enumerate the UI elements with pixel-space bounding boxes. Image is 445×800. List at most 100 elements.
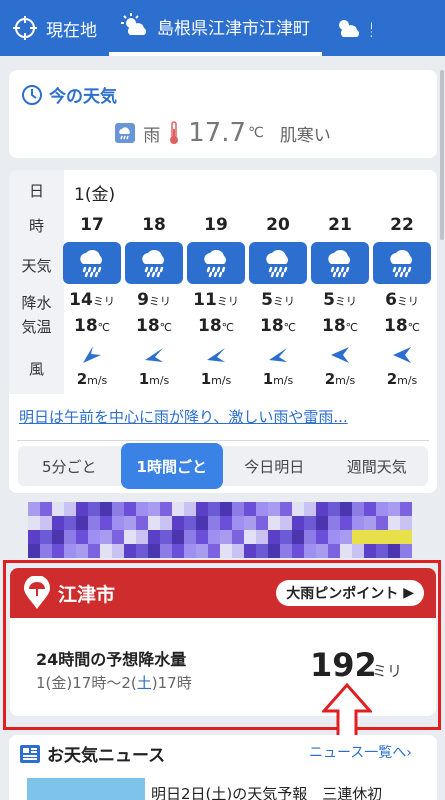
temp-cell: 18℃ [248, 316, 308, 336]
ad-pixel [280, 516, 292, 530]
temp-unit: ℃ [345, 321, 359, 334]
ad-pixel [352, 516, 364, 530]
hourly-forecast-card: 日 時 天気 降水 気温 風 1(金) 17 18 19 20 21 22 14… [9, 170, 437, 493]
row-label-hour: 時 [28, 217, 44, 235]
ad-pixel [376, 544, 388, 558]
ad-pixel [40, 530, 52, 544]
temp-cell: 18℃ [186, 316, 246, 336]
wind-unit: m/s [149, 374, 170, 387]
temp-value: 18 [259, 316, 284, 336]
wind-cell: 2m/s [372, 370, 432, 388]
ad-pixel [280, 530, 292, 544]
row-label-wind: 風 [28, 360, 44, 378]
ad-pixel [76, 502, 88, 516]
tab-today-tomorrow[interactable]: 今日明日 [223, 446, 326, 486]
ad-pixel [196, 544, 208, 558]
ad-pixel [232, 530, 244, 544]
temp-value: 18 [197, 316, 222, 336]
ad-pixel [88, 530, 100, 544]
ad-pixel [328, 502, 340, 516]
ad-pixel [196, 502, 208, 516]
tab-one-hour[interactable]: 1時間ごと [120, 443, 223, 489]
ad-pixel [364, 502, 376, 516]
ad-pixel [256, 502, 268, 516]
tab-weekly[interactable]: 週間天気 [326, 446, 429, 486]
news-title: お天気ニュース [19, 741, 165, 766]
wind-arrow-icon [196, 340, 236, 370]
row-label-precip: 降水 [21, 294, 52, 312]
precip-unit: ミリ [216, 295, 239, 308]
ad-pixel [40, 544, 52, 558]
rain-icon [311, 242, 369, 284]
ad-pixel [292, 544, 304, 558]
ad-pixel [148, 516, 160, 530]
temp-value: 18 [321, 316, 346, 336]
temp-cell: 18℃ [62, 316, 122, 336]
forecast-day: 1(金) [74, 185, 116, 205]
news-thumbnail[interactable] [27, 778, 145, 800]
row-label-temp: 気温 [21, 318, 52, 336]
ad-pixel [100, 544, 112, 558]
news-list-link[interactable]: ニュース一覧へ› [309, 742, 412, 762]
ad-pixel [136, 516, 148, 530]
ad-pixel [112, 544, 124, 558]
ad-pixel [112, 530, 124, 544]
news-headline[interactable]: 明日2日(土)の天気予報 三連休初 [151, 783, 382, 800]
ad-pixel [376, 530, 388, 544]
wind-arrow-icon [72, 340, 112, 370]
ad-pixel [364, 516, 376, 530]
ad-pixel [328, 544, 340, 558]
precip-cell: 5ミリ [310, 290, 370, 310]
wind-value: 1 [262, 370, 274, 388]
precip-cell: 5ミリ [248, 290, 308, 310]
ad-pixel [388, 502, 400, 516]
ad-banner[interactable] [28, 502, 412, 558]
wind-cell: 1m/s [186, 370, 246, 388]
ad-pixel [220, 516, 232, 530]
ad-pixel [136, 530, 148, 544]
rain-icon [249, 242, 307, 284]
ad-pixel [376, 502, 388, 516]
ad-pixel [112, 516, 124, 530]
current-temperature: 17.7 [188, 118, 247, 148]
row-label-day: 日 [28, 182, 44, 200]
ad-pixel [88, 516, 100, 530]
precip-value: 9 [137, 290, 149, 310]
ad-pixel [52, 502, 64, 516]
tab-active-location[interactable]: 島根県江津市江津町 [109, 0, 322, 56]
ad-pixel [400, 516, 412, 530]
ad-pixel [28, 544, 40, 558]
weather-news-card: お天気ニュース ニュース一覧へ› 明日2日(土)の天気予報 三連休初 [9, 735, 437, 800]
ad-pixel [172, 502, 184, 516]
ad-pixel [148, 502, 160, 516]
ad-pixel [52, 544, 64, 558]
ad-pixel [52, 530, 64, 544]
ad-pixel [76, 516, 88, 530]
wind-unit: m/s [397, 374, 418, 387]
tab-active-location-label: 島根県江津市江津町 [157, 18, 310, 39]
ad-pixel [148, 530, 160, 544]
precip-unit: ミリ [396, 295, 419, 308]
temp-cell: 18℃ [124, 316, 184, 336]
current-temperature-unit: ℃ [248, 125, 264, 141]
tab-five-minutes[interactable]: 5分ごと [18, 446, 121, 486]
ad-pixel [28, 530, 40, 544]
ad-pixel [316, 530, 328, 544]
ad-pixel [244, 516, 256, 530]
scrollbar[interactable] [440, 70, 444, 240]
ad-pixel [340, 502, 352, 516]
precip-value: 5 [261, 290, 273, 310]
forecast-summary-link[interactable]: 明日は午前を中心に雨が降り、激しい雨や雷雨... [19, 406, 419, 427]
hour-cell: 17 [80, 215, 104, 235]
ad-pixel [328, 516, 340, 530]
ad-pixel [184, 516, 196, 530]
ad-pixel [52, 516, 64, 530]
temp-unit: ℃ [407, 321, 421, 334]
ad-pixel [292, 516, 304, 530]
tab-next-location[interactable]: 野 [322, 0, 372, 56]
tab-current-location-label: 現在地 [46, 20, 97, 41]
tab-current-location[interactable]: 現在地 [0, 0, 109, 56]
wind-unit: m/s [87, 374, 108, 387]
ad-pixel [352, 502, 364, 516]
ad-pixel [244, 502, 256, 516]
